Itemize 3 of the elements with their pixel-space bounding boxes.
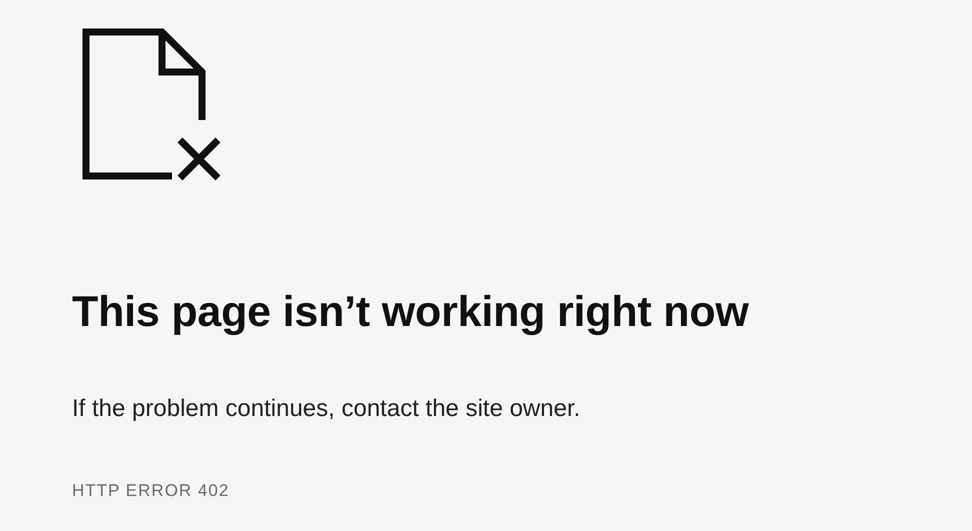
error-heading: This page isn’t working right now — [72, 287, 750, 338]
error-code: HTTP ERROR 402 — [72, 480, 230, 502]
error-message: If the problem continues, contact the site owner. — [72, 394, 582, 424]
